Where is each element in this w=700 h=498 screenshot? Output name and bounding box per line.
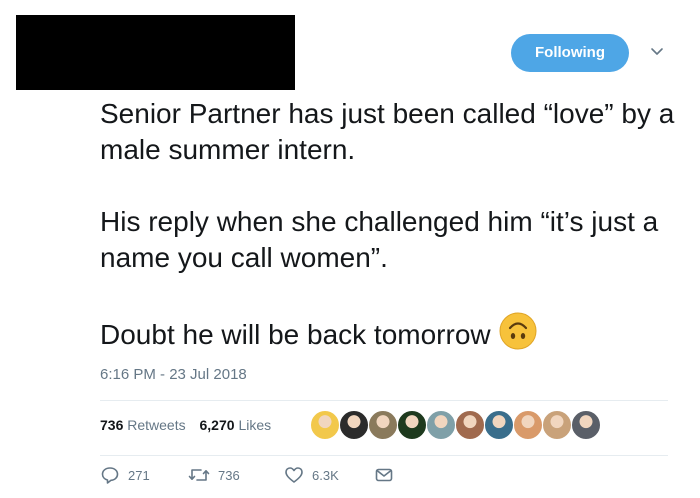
retweets-label: Retweets bbox=[127, 417, 186, 433]
liker-avatar[interactable] bbox=[339, 410, 369, 440]
retweet-button[interactable]: 736 bbox=[188, 463, 240, 487]
likes-label: Likes bbox=[238, 417, 272, 433]
reply-button[interactable]: 271 bbox=[100, 463, 150, 487]
tweet-paragraph: Senior Partner has just been called “lov… bbox=[100, 98, 675, 165]
envelope-icon bbox=[375, 468, 393, 482]
like-count: 6.3K bbox=[312, 467, 339, 483]
liker-avatar[interactable] bbox=[542, 410, 572, 440]
reply-icon bbox=[101, 467, 119, 484]
liker-avatar[interactable] bbox=[571, 410, 601, 440]
engagement-stats: 736 Retweets 6,270 Likes bbox=[100, 417, 281, 433]
tweet-text: Senior Partner has just been called “lov… bbox=[100, 96, 680, 353]
divider bbox=[100, 400, 668, 401]
chevron-down-icon[interactable] bbox=[649, 44, 665, 60]
likes-stat[interactable]: 6,270 Likes bbox=[200, 417, 272, 433]
divider bbox=[100, 455, 668, 456]
liker-avatar[interactable] bbox=[455, 410, 485, 440]
liker-avatar[interactable] bbox=[368, 410, 398, 440]
following-button[interactable]: Following bbox=[511, 34, 629, 72]
retweet-count: 736 bbox=[218, 467, 240, 483]
tweet-paragraph: Doubt he will be back tomorrow bbox=[100, 312, 680, 353]
reply-count: 271 bbox=[128, 467, 150, 483]
upside-down-face-emoji bbox=[499, 312, 537, 350]
heart-icon bbox=[285, 467, 303, 483]
retweets-stat[interactable]: 736 Retweets bbox=[100, 417, 186, 433]
liker-avatar[interactable] bbox=[397, 410, 427, 440]
redacted-author-block bbox=[16, 15, 295, 90]
tweet-timestamp[interactable]: 6:16 PM - 23 Jul 2018 bbox=[100, 366, 247, 383]
retweets-count: 736 bbox=[100, 417, 124, 433]
tweet-paragraph-text: Doubt he will be back tomorrow bbox=[100, 319, 491, 350]
like-button[interactable]: 6.3K bbox=[284, 463, 339, 487]
liker-avatar[interactable] bbox=[484, 410, 514, 440]
liker-avatar[interactable] bbox=[310, 410, 340, 440]
likes-count: 6,270 bbox=[199, 417, 235, 433]
retweet-icon bbox=[188, 469, 210, 481]
direct-message-button[interactable] bbox=[374, 463, 402, 487]
liker-avatar[interactable] bbox=[426, 410, 456, 440]
liker-avatar[interactable] bbox=[513, 410, 543, 440]
tweet-paragraph: His reply when she challenged him “it’s … bbox=[100, 206, 659, 273]
